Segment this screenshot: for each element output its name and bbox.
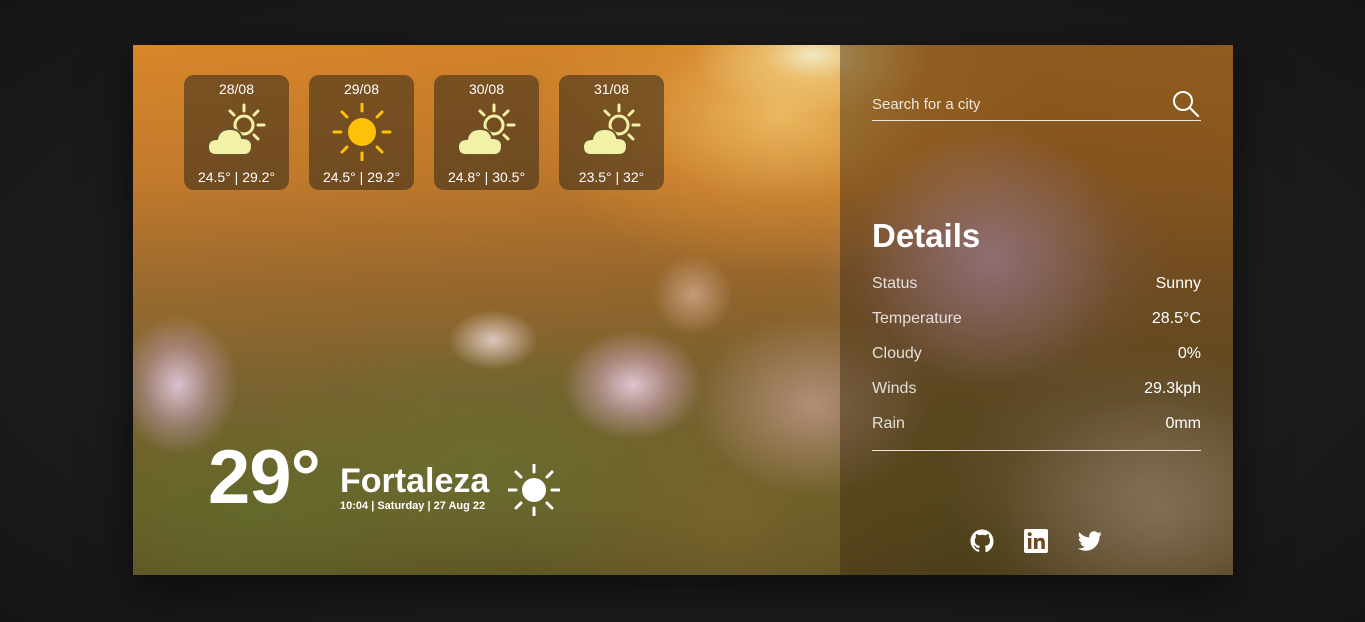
forecast-temps: 23.5° | 32° bbox=[578, 169, 645, 185]
partly-cloudy-icon bbox=[456, 103, 516, 156]
partly-cloudy-icon bbox=[581, 103, 641, 156]
twitter-icon[interactable] bbox=[1078, 529, 1102, 553]
detail-row: Winds 29.3kph bbox=[872, 378, 1201, 413]
detail-label: Temperature bbox=[872, 310, 962, 327]
details-list: Status Sunny Temperature 28.5°C Cloudy 0… bbox=[872, 273, 1201, 448]
divider bbox=[872, 450, 1201, 451]
sun-icon bbox=[508, 464, 560, 516]
detail-value: 0mm bbox=[1165, 415, 1201, 432]
detail-label: Winds bbox=[872, 380, 917, 397]
linkedin-icon[interactable] bbox=[1024, 529, 1048, 553]
search-icon[interactable] bbox=[1171, 89, 1201, 117]
city-name: Fortaleza bbox=[340, 462, 490, 500]
forecast-date: 28/08 bbox=[218, 81, 255, 97]
detail-value: 29.3kph bbox=[1144, 380, 1201, 397]
forecast-temps: 24.5° | 29.2° bbox=[197, 169, 276, 185]
detail-row: Cloudy 0% bbox=[872, 343, 1201, 378]
search-input[interactable] bbox=[872, 93, 1142, 115]
detail-label: Status bbox=[872, 275, 918, 292]
forecast-card[interactable]: 31/08 23.5° | 32° bbox=[559, 75, 664, 190]
forecast-temps: 24.8° | 30.5° bbox=[447, 169, 526, 185]
detail-row: Temperature 28.5°C bbox=[872, 308, 1201, 343]
current-temperature: 29° bbox=[208, 435, 321, 520]
forecast-card[interactable]: 28/08 24.5° | 29.2° bbox=[184, 75, 289, 190]
detail-row: Status Sunny bbox=[872, 273, 1201, 308]
forecast-date: 31/08 bbox=[593, 81, 630, 97]
date-time: 10:04 | Saturday | 27 Aug 22 bbox=[340, 500, 486, 512]
forecast-card[interactable]: 30/08 24.8° | 30.5° bbox=[434, 75, 539, 190]
forecast-date: 29/08 bbox=[343, 81, 380, 97]
detail-label: Rain bbox=[872, 415, 905, 432]
detail-value: 28.5°C bbox=[1151, 310, 1201, 327]
details-panel: Details Status Sunny Temperature 28.5°C … bbox=[840, 45, 1233, 575]
partly-cloudy-icon bbox=[206, 103, 266, 156]
detail-value: 0% bbox=[1177, 345, 1201, 362]
detail-row: Rain 0mm bbox=[872, 413, 1201, 448]
forecast-date: 30/08 bbox=[468, 81, 505, 97]
search-bar bbox=[872, 87, 1201, 121]
detail-value: Sunny bbox=[1155, 275, 1201, 292]
social-links bbox=[970, 529, 1102, 553]
forecast-card[interactable]: 29/08 24.5° | 29.2° bbox=[309, 75, 414, 190]
detail-label: Cloudy bbox=[872, 345, 922, 362]
forecast-list: 28/08 24.5° | 29.2° 29/08 24.5° | 29.2° … bbox=[184, 75, 664, 190]
github-icon[interactable] bbox=[970, 529, 994, 553]
weather-app: 28/08 24.5° | 29.2° 29/08 24.5° | 29.2° … bbox=[133, 45, 1233, 575]
details-title: Details bbox=[872, 217, 981, 254]
sun-icon bbox=[332, 103, 392, 161]
forecast-temps: 24.5° | 29.2° bbox=[322, 169, 401, 185]
